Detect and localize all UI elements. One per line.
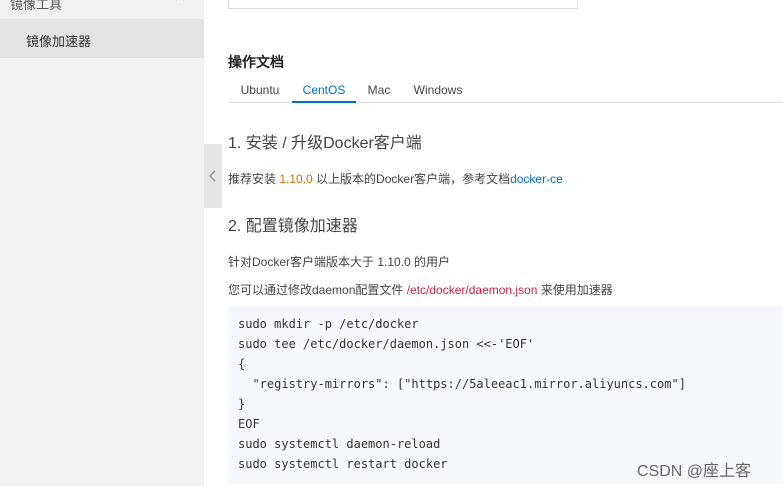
tab-mac[interactable]: Mac <box>356 78 402 103</box>
docker-ce-link[interactable]: docker-ce <box>510 172 563 186</box>
step2-heading: 2. 配置镜像加速器 <box>228 218 358 235</box>
code-line: sudo systemctl daemon-reload <box>238 437 441 451</box>
sidebar-collapse-handle[interactable] <box>204 144 222 208</box>
sidebar-item-mirror-accelerator[interactable]: 镜像加速器 <box>0 19 204 58</box>
tab-windows[interactable]: Windows <box>406 78 470 103</box>
code-line: EOF <box>238 417 260 431</box>
step2-line2-after: 来使用加速器 <box>537 283 613 297</box>
code-line: } <box>238 397 246 411</box>
top-panel-box <box>228 0 578 9</box>
close-icon[interactable] <box>174 0 188 4</box>
step1-text-before: 推荐安装 <box>228 172 280 186</box>
os-tabs: Ubuntu CentOS Mac Windows <box>228 78 783 103</box>
watermark: CSDN @座上客 <box>637 463 752 480</box>
version-number: 1.10.0 <box>279 172 313 186</box>
sidebar-item-label: 镜像加速器 <box>26 34 92 49</box>
step1-heading: 1. 安装 / 升级Docker客户端 <box>228 135 422 152</box>
code-line: { <box>238 357 246 371</box>
tab-centos[interactable]: CentOS <box>292 78 356 103</box>
sidebar-group-header[interactable]: 镜像工具 <box>0 0 204 18</box>
step2-line1: 针对Docker客户端版本大于 1.10.0 的用户 <box>228 255 451 269</box>
code-line: sudo tee /etc/docker/daemon.json <<-'EOF… <box>238 337 535 351</box>
step2-line2: 您可以通过修改daemon配置文件 /etc/docker/daemon.jso… <box>228 281 613 298</box>
chevron-left-icon <box>208 170 216 182</box>
step1-text: 推荐安装 1.10.0 以上版本的Docker客户端，参考文档docker-ce <box>228 170 563 187</box>
code-line: sudo systemctl restart docker <box>238 457 448 471</box>
code-line: "registry-mirrors": ["https://5aleeac1.m… <box>238 377 686 391</box>
step2-line2-before: 您可以通过修改daemon配置文件 <box>228 283 407 297</box>
sidebar-group-label: 镜像工具 <box>10 0 63 12</box>
sidebar: 镜像工具 镜像加速器 <box>0 0 204 486</box>
code-line: sudo mkdir -p /etc/docker <box>238 317 419 331</box>
step1-text-after: 以上版本的Docker客户端，参考文档 <box>312 172 511 186</box>
docs-title: 操作文档 <box>228 54 284 70</box>
daemon-json-path: /etc/docker/daemon.json <box>406 283 538 297</box>
tab-ubuntu[interactable]: Ubuntu <box>228 78 292 103</box>
